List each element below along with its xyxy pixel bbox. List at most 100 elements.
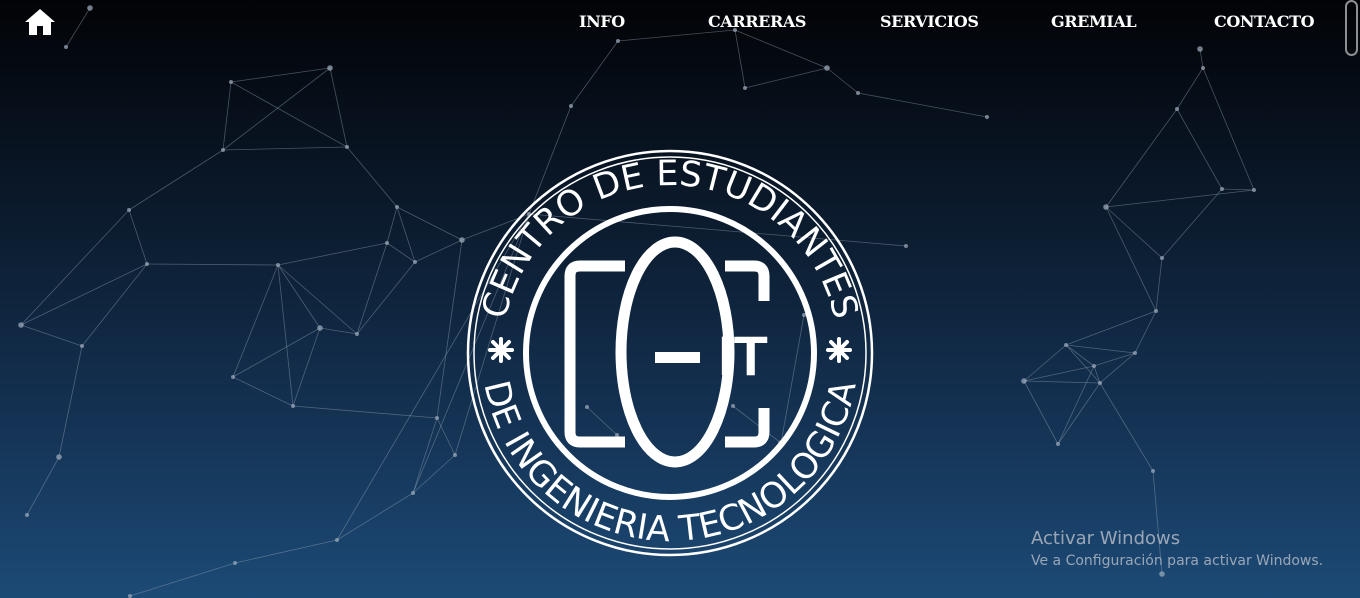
network-line	[1105, 206, 1157, 312]
network-node	[1220, 187, 1224, 191]
network-node	[1021, 378, 1027, 384]
windows-activation-watermark: Activar Windows Ve a Configuración para …	[1031, 528, 1323, 571]
network-line	[436, 239, 463, 419]
watermark-title: Activar Windows	[1031, 528, 1181, 549]
network-line	[128, 149, 224, 211]
network-line	[1023, 380, 1101, 384]
network-line	[234, 539, 338, 564]
network-line	[386, 206, 398, 244]
network-line	[26, 456, 60, 516]
network-node	[435, 416, 439, 420]
ceit-emblem: CENTRO DE ESTUDIANTES DE INGENIERIA TECN…	[466, 149, 874, 557]
network-node	[128, 594, 132, 598]
network-line	[1221, 188, 1255, 191]
network-node	[1252, 188, 1256, 192]
network-node	[18, 322, 24, 328]
network-node	[145, 262, 149, 266]
main-navigation: INFO CARRERAS SERVICIOS GREMIAL CONTACTO	[560, 12, 1320, 36]
network-node	[824, 65, 830, 71]
network-node	[276, 263, 280, 267]
network-line	[329, 67, 348, 148]
network-line	[857, 92, 988, 118]
network-node	[317, 325, 323, 331]
network-line	[336, 492, 414, 541]
nav-item-gremial[interactable]: GREMIAL	[1051, 12, 1137, 31]
nav-item-carreras[interactable]: CARRERAS	[708, 12, 806, 31]
network-line	[386, 242, 416, 263]
network-node	[127, 208, 131, 212]
network-line	[414, 239, 463, 263]
network-node	[56, 454, 62, 460]
network-node	[1103, 204, 1109, 210]
network-line	[1105, 189, 1255, 208]
network-line	[292, 405, 438, 419]
network-node	[411, 491, 415, 495]
network-line	[356, 242, 388, 335]
network-node	[231, 375, 235, 379]
network-node	[1175, 107, 1179, 111]
network-node	[291, 404, 295, 408]
network-line	[1099, 382, 1154, 472]
network-node	[25, 513, 29, 517]
network-node	[413, 260, 417, 264]
network-node	[233, 561, 237, 565]
network-node	[1160, 256, 1164, 260]
network-node	[385, 241, 389, 245]
network-node	[1092, 364, 1096, 368]
network-line	[58, 345, 83, 458]
network-node	[395, 205, 399, 209]
network-line	[277, 242, 388, 266]
nav-item-contacto[interactable]: CONTACTO	[1214, 12, 1315, 31]
network-line	[230, 67, 331, 83]
network-line	[1057, 365, 1095, 445]
network-line	[1199, 48, 1204, 69]
nav-item-servicios[interactable]: SERVICIOS	[880, 12, 979, 31]
network-node	[1197, 46, 1203, 52]
network-node	[64, 45, 68, 49]
home-button[interactable]	[22, 6, 58, 38]
network-node	[453, 453, 457, 457]
network-line	[396, 206, 463, 241]
network-line	[1155, 257, 1163, 312]
network-node	[229, 80, 233, 84]
network-node	[327, 65, 333, 71]
network-node	[1154, 309, 1158, 313]
network-node	[87, 5, 93, 11]
network-line	[1065, 310, 1157, 346]
scrollbar-thumb[interactable]	[1345, 0, 1358, 56]
network-line	[1176, 67, 1204, 110]
network-line	[232, 327, 321, 378]
network-node	[335, 538, 339, 542]
network-node	[1151, 469, 1155, 473]
network-node	[743, 86, 747, 90]
nav-item-info[interactable]: INFO	[579, 12, 625, 31]
network-node	[221, 148, 225, 152]
network-node	[1133, 351, 1137, 355]
network-line	[20, 263, 148, 326]
network-line	[20, 324, 83, 347]
watermark-subtitle: Ve a Configuración para activar Windows.	[1031, 553, 1324, 569]
network-node	[1159, 571, 1165, 577]
network-line	[65, 7, 91, 48]
network-line	[277, 264, 294, 407]
network-line	[222, 146, 348, 151]
network-line	[81, 263, 148, 347]
network-node	[345, 145, 349, 149]
network-node	[985, 115, 989, 119]
network-node	[569, 104, 573, 108]
network-line	[396, 206, 416, 263]
network-line	[1134, 310, 1157, 354]
network-line	[1023, 365, 1095, 382]
home-icon	[25, 9, 55, 35]
network-line	[222, 67, 331, 151]
network-line	[222, 81, 232, 151]
network-node	[1056, 442, 1060, 446]
network-line	[1057, 382, 1101, 445]
emblem-monogram: IT	[564, 236, 770, 468]
network-node	[80, 344, 84, 348]
network-node	[1098, 381, 1102, 385]
network-line	[292, 327, 321, 407]
network-line	[1065, 344, 1136, 354]
network-line	[129, 562, 236, 597]
network-node	[1064, 343, 1068, 347]
